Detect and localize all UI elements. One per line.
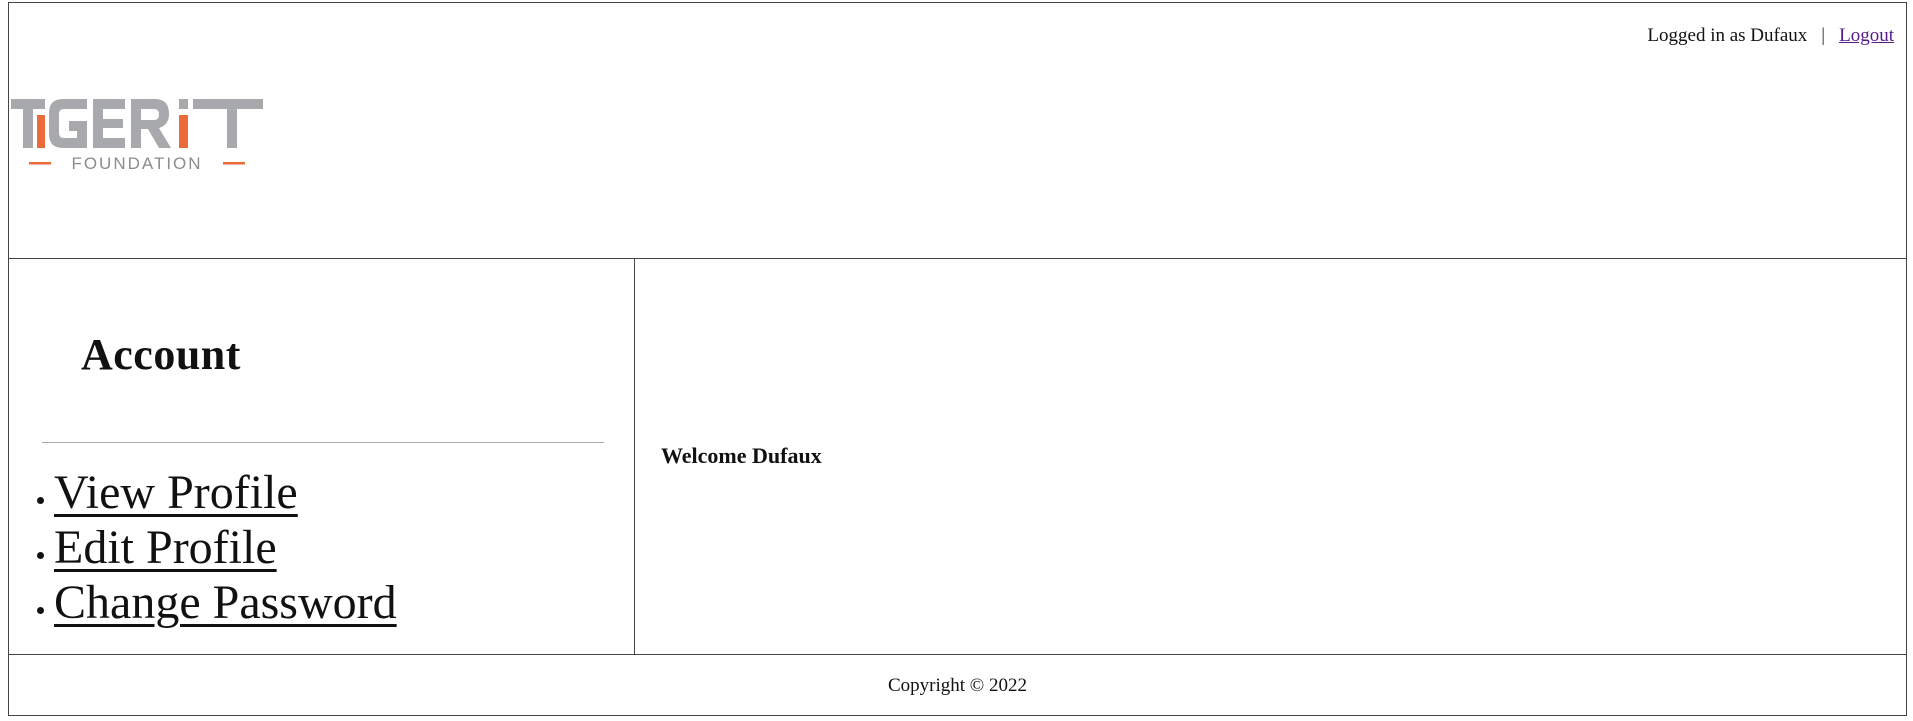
sidebar-title: Account [81, 330, 241, 379]
menu-item-view-profile: View Profile [37, 465, 397, 520]
bullet-icon [37, 497, 44, 504]
header: FOUNDATION Logged in as Dufaux | Logout [9, 3, 1906, 259]
logo-tagline: FOUNDATION [71, 154, 202, 173]
account-menu: View Profile Edit Profile Change Passwor… [37, 465, 397, 630]
menu-item-edit-profile: Edit Profile [37, 520, 397, 575]
footer: Copyright © 2022 [9, 654, 1906, 715]
logged-in-status: Logged in as Dufaux [1647, 25, 1808, 46]
bullet-icon [37, 552, 44, 559]
edit-profile-link[interactable]: Edit Profile [54, 520, 277, 575]
menu-item-change-password: Change Password [37, 575, 397, 630]
copyright-text: Copyright © 2022 [888, 675, 1027, 696]
separator: | [1821, 25, 1826, 46]
change-password-link[interactable]: Change Password [54, 575, 397, 630]
main-area: Account View Profile Edit Profile Change… [9, 259, 1906, 654]
bullet-icon [37, 607, 44, 614]
page-frame: FOUNDATION Logged in as Dufaux | Logout Ac… [8, 2, 1907, 716]
account-sidebar: Account View Profile Edit Profile Change… [9, 259, 635, 654]
welcome-message: Welcome Dufaux [661, 443, 822, 468]
user-bar: Logged in as Dufaux | Logout [1647, 25, 1894, 47]
sidebar-divider [42, 442, 604, 443]
logout-link[interactable]: Logout [1839, 25, 1894, 46]
main-content: Welcome Dufaux [635, 259, 1906, 654]
view-profile-link[interactable]: View Profile [54, 465, 298, 520]
tiger-it-foundation-logo: FOUNDATION [11, 99, 263, 173]
